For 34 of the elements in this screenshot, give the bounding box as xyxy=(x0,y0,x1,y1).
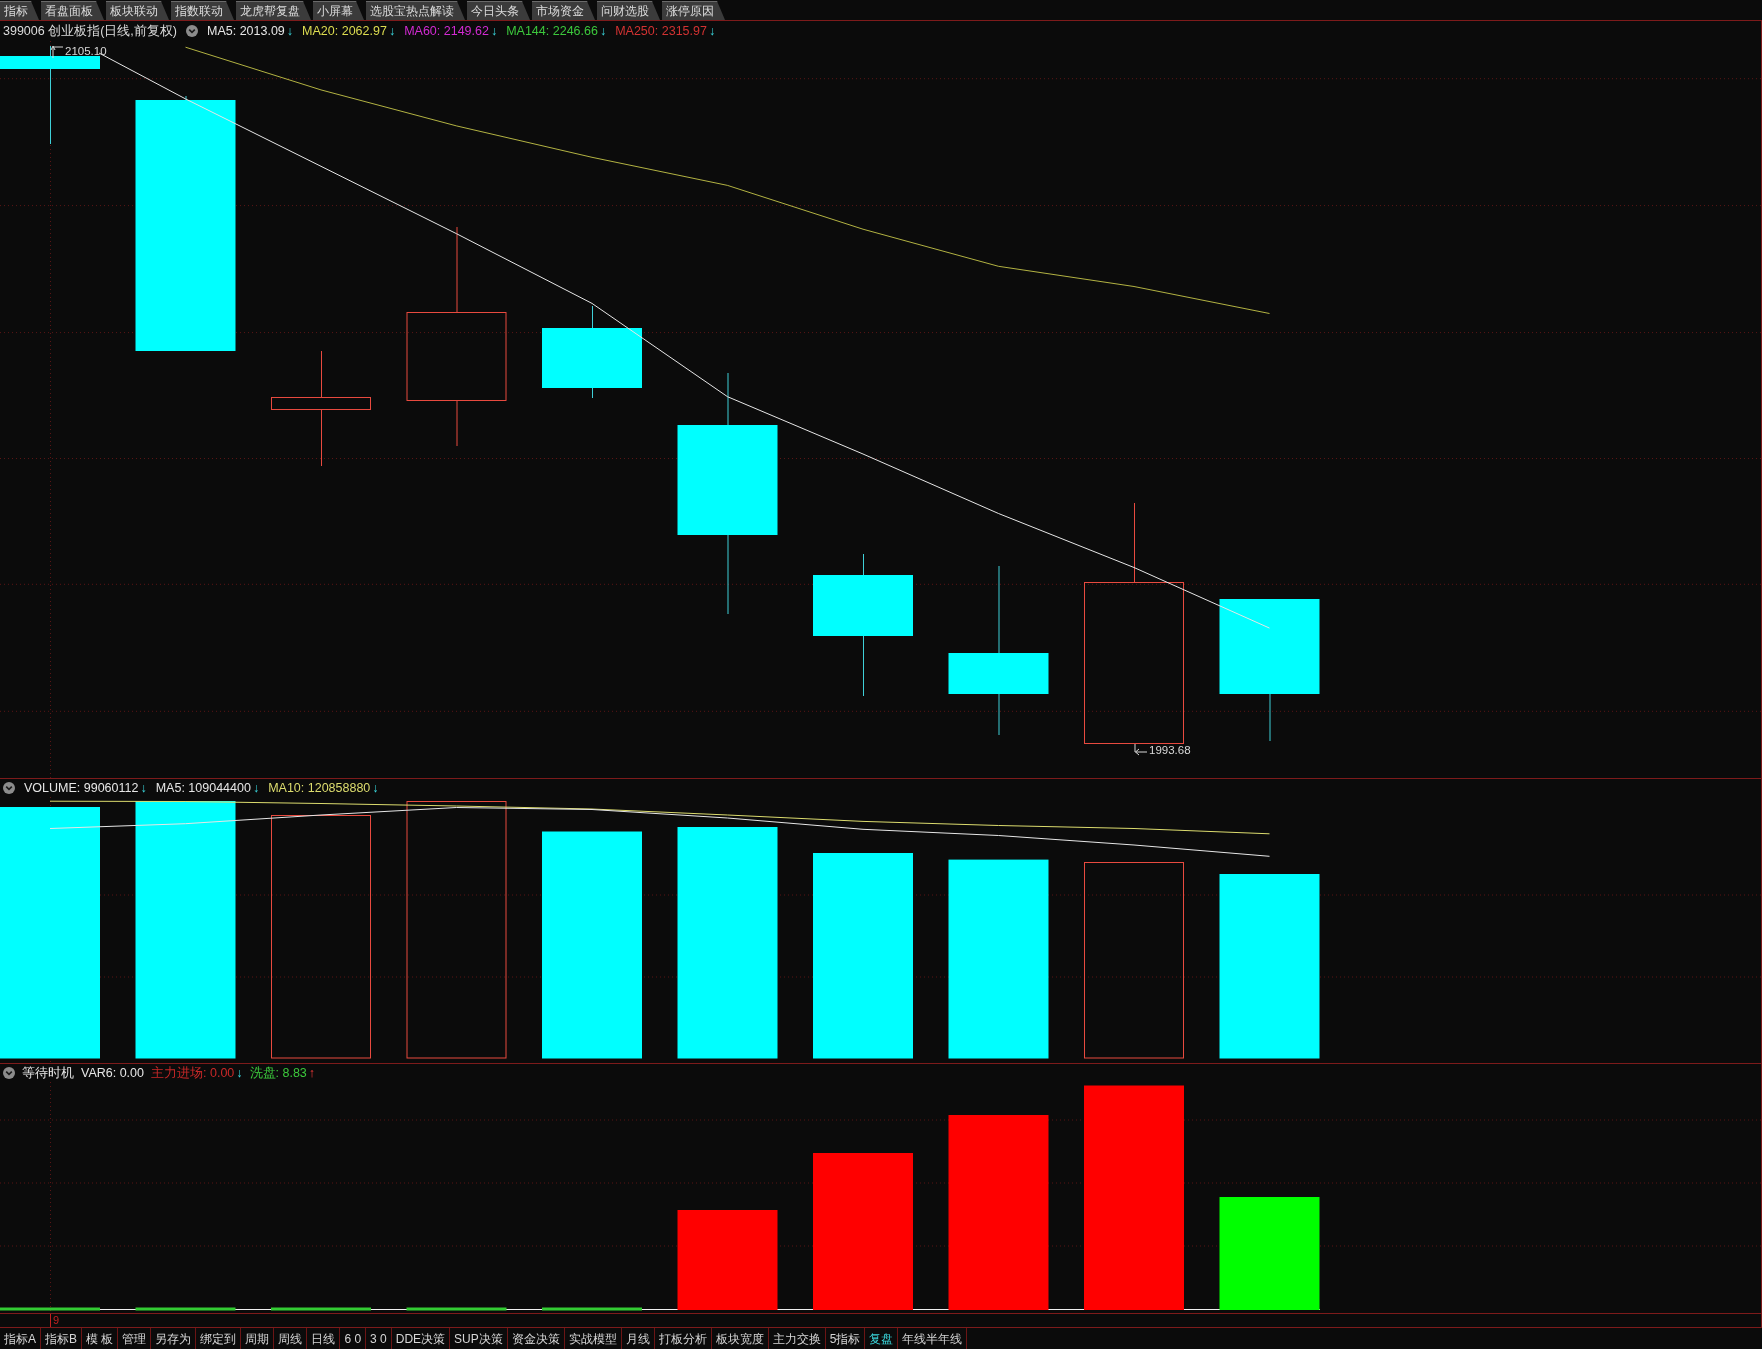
toolbar-button[interactable]: SUP决策 xyxy=(450,1328,508,1349)
toolbar-button[interactable]: 另存为 xyxy=(151,1328,197,1349)
toolbar-button[interactable]: 板块宽度 xyxy=(711,1328,769,1349)
toolbar-button[interactable]: 绑定到 xyxy=(196,1328,242,1349)
tab[interactable]: 看盘面板 xyxy=(41,1,104,20)
toolbar-button[interactable]: 主力交换 xyxy=(768,1328,826,1349)
toolbar-button[interactable]: DDE决策 xyxy=(391,1328,451,1349)
toolbar-button[interactable]: 资金决策 xyxy=(507,1328,565,1349)
tab[interactable]: 涨停原因 xyxy=(662,1,725,20)
toolbar-button[interactable]: 复盘 xyxy=(865,1328,899,1349)
toolbar-button[interactable]: 年线半年线 xyxy=(898,1328,968,1349)
toolbar-button[interactable]: 指标A xyxy=(0,1328,41,1349)
tab[interactable]: 板块联动 xyxy=(106,1,169,20)
tab[interactable]: 小屏幕 xyxy=(313,1,364,20)
toolbar-button[interactable]: 周期 xyxy=(241,1328,275,1349)
tab[interactable]: 选股宝热点解读 xyxy=(366,1,465,20)
tab[interactable]: 今日头条 xyxy=(467,1,530,20)
toolbar-button[interactable]: 打板分析 xyxy=(654,1328,712,1349)
toolbar-button[interactable]: 模 板 xyxy=(82,1328,119,1349)
toolbar-button[interactable]: 管理 xyxy=(118,1328,152,1349)
tab[interactable]: 龙虎帮复盘 xyxy=(236,1,311,20)
axis-label: 9 xyxy=(50,1314,60,1327)
toolbar-button[interactable]: 6 0 xyxy=(340,1328,367,1349)
toolbar-button[interactable]: 周线 xyxy=(274,1328,308,1349)
toolbar-button[interactable]: 5指标 xyxy=(825,1328,866,1349)
tab[interactable]: 指标 xyxy=(0,1,39,20)
toolbar-button[interactable]: 实战模型 xyxy=(564,1328,622,1349)
toolbar-button[interactable]: 指标B xyxy=(41,1328,83,1349)
toolbar-button[interactable]: 3 0 xyxy=(366,1328,392,1349)
toolbar-button[interactable]: 月线 xyxy=(621,1328,655,1349)
tab[interactable]: 指数联动 xyxy=(171,1,234,20)
toolbar-button[interactable]: 日线 xyxy=(307,1328,341,1349)
tab[interactable]: 问财选股 xyxy=(597,1,660,20)
tab[interactable]: 市场资金 xyxy=(532,1,595,20)
